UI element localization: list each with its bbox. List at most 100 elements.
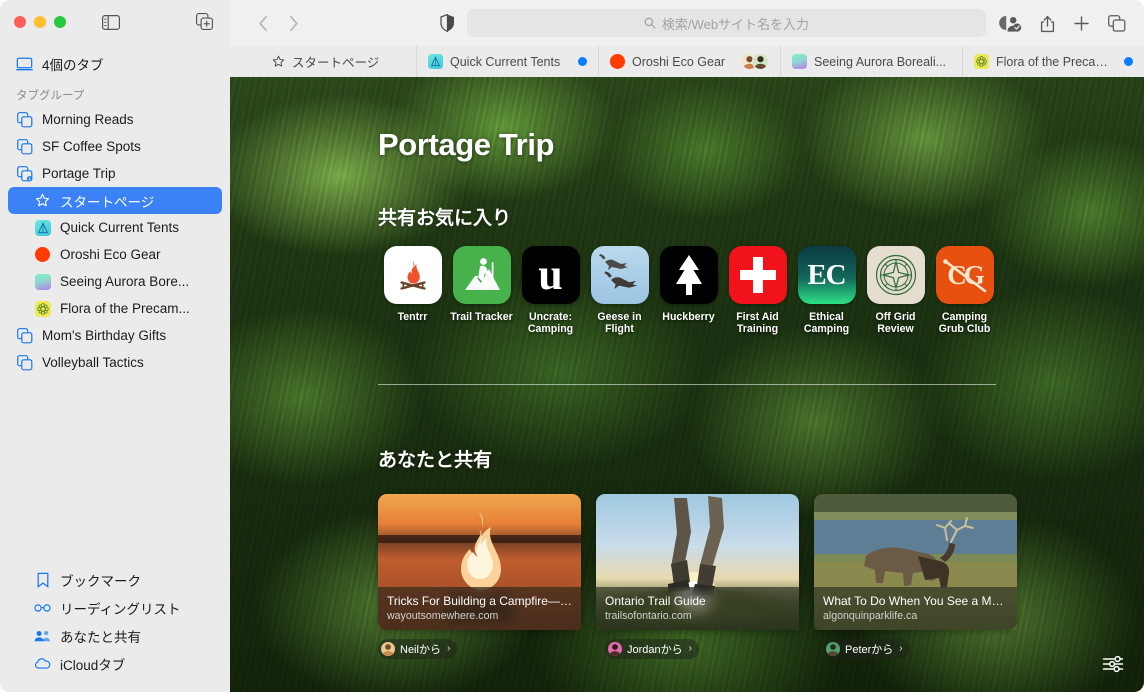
tab-group-icon xyxy=(16,138,33,155)
letters-ec-icon: EC xyxy=(797,246,856,304)
window-titlebar xyxy=(0,0,230,44)
sliders-icon xyxy=(1102,655,1124,673)
site-favicon xyxy=(34,300,51,317)
sidebar-item-label: Volleyball Tactics xyxy=(42,355,144,370)
plus-icon[interactable] xyxy=(1073,15,1090,32)
sidebar-bottom-section: ブックマーク リーディングリスト あなたと共有 iCloudタブ xyxy=(0,566,230,692)
hiker-icon xyxy=(452,246,511,304)
close-button[interactable] xyxy=(14,16,26,28)
sidebar-item-icloud-tabs[interactable]: iCloudタブ xyxy=(8,650,222,678)
favorite-uncrate-camping[interactable]: u Uncrate: Camping xyxy=(516,246,585,336)
tab-title: スタートページ xyxy=(292,56,380,70)
bookmark-icon xyxy=(34,572,51,589)
sidebar-item-sf-coffee-spots[interactable]: SF Coffee Spots xyxy=(8,133,222,160)
shared-card-campfire[interactable]: Tricks For Building a Campfire—F... wayo… xyxy=(378,493,581,661)
sidebar-all-tabs-label: 4個のタブ xyxy=(42,57,104,73)
favorite-label: Huckberry xyxy=(662,311,715,323)
chevron-right-icon: › xyxy=(899,643,903,655)
card-url: algonquinparklife.ca xyxy=(823,609,918,622)
favorite-first-aid-training[interactable]: First Aid Training xyxy=(723,246,792,336)
shared-card-ontario-trail-guide[interactable]: Ontario Trail Guide trailsofontario.com xyxy=(596,493,799,661)
customize-start-page-button[interactable] xyxy=(1096,650,1130,678)
favorite-geese-in-flight[interactable]: Geese in Flight xyxy=(585,246,654,336)
tab-start-page[interactable]: スタートページ xyxy=(230,46,416,77)
sidebar-item-oroshi-eco-gear[interactable]: Oroshi Eco Gear xyxy=(8,241,222,268)
section-divider xyxy=(378,383,996,385)
favorite-off-grid-review[interactable]: Off Grid Review xyxy=(861,246,930,336)
favorite-huckberry[interactable]: Huckberry xyxy=(654,246,723,336)
shared-with-you-person-icon[interactable] xyxy=(998,14,1022,32)
page-title: Portage Trip xyxy=(378,127,555,162)
shared-with-you-icon xyxy=(34,628,51,645)
tab-oroshi-eco-gear[interactable]: Oroshi Eco Gear xyxy=(598,46,780,77)
sidebar-item-flora-precambrian[interactable]: Flora of the Precam... xyxy=(8,295,222,322)
favorite-label: Uncrate: Camping xyxy=(527,311,574,336)
card-shared-from[interactable]: Jordanから › xyxy=(605,638,699,659)
search-input[interactable]: 検索/Webサイト名を入力 xyxy=(662,14,809,33)
sidebar-item-label: Portage Trip xyxy=(42,166,116,181)
minimize-button[interactable] xyxy=(34,16,46,28)
sidebar-item-morning-reads[interactable]: Morning Reads xyxy=(8,106,222,133)
favorite-label: Camping Grub Club xyxy=(938,311,991,336)
letters-cg-icon: CG xyxy=(935,246,994,304)
sidebar-item-reading-list[interactable]: リーディングリスト xyxy=(8,594,222,622)
tab-quick-current-tents[interactable]: Quick Current Tents xyxy=(416,46,598,77)
traffic-lights xyxy=(14,16,66,28)
sidebar-item-start-page[interactable]: スタートページ xyxy=(8,187,222,214)
privacy-shield-icon[interactable] xyxy=(440,14,455,32)
card-caption: What To Do When You See a Moo... algonqu… xyxy=(814,586,1017,630)
favorite-camping-grub-club[interactable]: CG Camping Grub Club xyxy=(930,246,999,336)
sidebar-icon[interactable] xyxy=(102,14,120,30)
chevron-right-icon[interactable] xyxy=(278,9,308,37)
card-shared-from[interactable]: Peterから › xyxy=(823,638,910,659)
sidebar-item-bookmarks[interactable]: ブックマーク xyxy=(8,566,222,594)
favorites-heading: 共有お気に入り xyxy=(378,208,512,229)
favorite-tentrr[interactable]: Tentrr xyxy=(378,246,447,336)
safari-window: 4個のタブ タブグループ Morning Reads SF Coffee Spo… xyxy=(0,0,1144,692)
site-favicon xyxy=(792,54,807,69)
shared-with-you-heading: あなたと共有 xyxy=(378,449,493,471)
sidebar-item-volleyball-tactics[interactable]: Volleyball Tactics xyxy=(8,349,222,376)
sidebar-item-label: Quick Current Tents xyxy=(60,220,180,235)
favorite-label: Ethical Camping xyxy=(803,311,850,336)
tab-title: Flora of the Precambi... xyxy=(996,54,1117,69)
site-favicon xyxy=(610,54,625,69)
geese-icon xyxy=(590,246,649,304)
sidebar-item-all-tabs[interactable]: 4個のタブ xyxy=(8,50,222,77)
shared-card-moose[interactable]: What To Do When You See a Moo... algonqu… xyxy=(814,493,1017,661)
tab-group-icon xyxy=(16,354,33,371)
tab-group-icon xyxy=(16,111,33,128)
favorite-label: First Aid Training xyxy=(736,311,779,336)
tab-flora-of-the-precambrian[interactable]: Flora of the Precambi... xyxy=(962,46,1144,77)
zoom-button[interactable] xyxy=(54,16,66,28)
favorite-ethical-camping[interactable]: EC Ethical Camping xyxy=(792,246,861,336)
share-icon[interactable] xyxy=(1040,14,1055,33)
chevron-right-icon: › xyxy=(446,643,451,655)
favorite-trail-tracker[interactable]: Trail Tracker xyxy=(447,246,516,336)
sidebar-item-shared-with-you[interactable]: あなたと共有 xyxy=(8,622,222,650)
favorite-label: Trail Tracker xyxy=(450,311,513,323)
avatar xyxy=(826,641,840,656)
window-icon xyxy=(16,55,33,72)
new-tab-group-icon[interactable] xyxy=(196,13,214,31)
sidebar-item-label: Morning Reads xyxy=(42,112,134,127)
tab-seeing-aurora-borealis[interactable]: Seeing Aurora Boreali... xyxy=(780,46,962,77)
sidebar-item-quick-current-tents[interactable]: Quick Current Tents xyxy=(8,214,222,241)
card-url: trailsofontario.com xyxy=(605,609,692,622)
star-icon xyxy=(34,192,51,209)
tab-overview-icon[interactable] xyxy=(1108,14,1126,32)
sidebar-top-section: 4個のタブ タブグループ Morning Reads SF Coffee Spo… xyxy=(0,44,230,376)
sidebar-item-moms-birthday-gifts[interactable]: Mom's Birthday Gifts xyxy=(8,322,222,349)
card-from-label: Peterから xyxy=(845,643,894,656)
sidebar-item-label: iCloudタブ xyxy=(60,658,126,673)
start-page-scroll-area[interactable]: Portage Trip 共有お気に入り Tentrr Trail Tracke… xyxy=(230,77,1144,692)
star-icon xyxy=(272,55,285,68)
sidebar-item-portage-trip[interactable]: Portage Trip xyxy=(8,160,222,187)
card-shared-from[interactable]: Neilから › xyxy=(378,638,458,659)
campfire-icon xyxy=(383,246,442,304)
tab-title: Seeing Aurora Boreali... xyxy=(814,54,947,69)
sidebar-item-seeing-aurora[interactable]: Seeing Aurora Bore... xyxy=(8,268,222,295)
sidebar-section-tab-groups: タブグループ xyxy=(16,90,85,102)
address-search-bar[interactable]: 検索/Webサイト名を入力 xyxy=(467,9,986,37)
chevron-left-icon[interactable] xyxy=(248,9,278,37)
